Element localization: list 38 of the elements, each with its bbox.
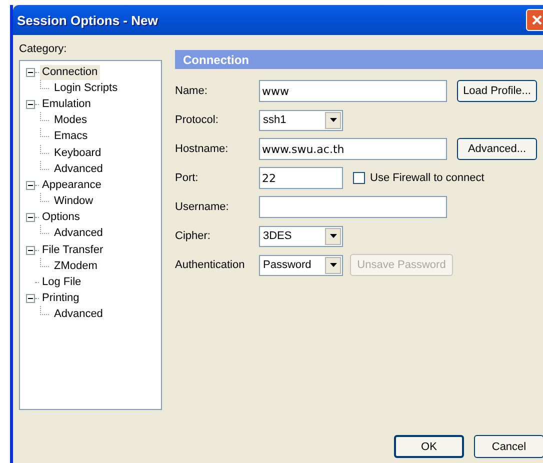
category-label: Category: (19, 43, 68, 57)
action-button[interactable]: Load Profile... (457, 80, 537, 102)
field-label: Protocol: (175, 114, 220, 126)
tree-item[interactable]: File Transfer (40, 242, 106, 258)
section-title: Connection (183, 52, 249, 66)
tree-item[interactable]: Appearance (40, 178, 104, 193)
tree-item[interactable]: Printing (40, 291, 82, 306)
window-title: Session Options - New (17, 12, 159, 28)
dropdown[interactable]: 3DES (259, 226, 343, 246)
tree-item[interactable]: Advanced (52, 162, 105, 177)
dropdown[interactable]: ssh1 (259, 110, 343, 130)
tree-item[interactable]: Options (40, 210, 82, 226)
tree-item[interactable]: Login Scripts (52, 80, 120, 96)
ok-button[interactable]: OK (394, 435, 464, 458)
tree-item[interactable]: Modes (52, 113, 90, 128)
category-tree[interactable]: Connection Login Scripts Emulation Modes Emacs Keyboard Advanced Appearance Window Options Advanced File Transfer ZModem Log File Printing Advanced (19, 60, 162, 410)
field-label: Username: (175, 201, 230, 213)
tree-item[interactable]: Connection (40, 64, 100, 80)
cancel-button[interactable]: Cancel (474, 435, 543, 458)
tree-item[interactable]: Keyboard (52, 146, 104, 161)
input-field[interactable]: 22 (259, 167, 343, 189)
input-field[interactable]: www (259, 80, 447, 102)
tree-item[interactable]: Emulation (40, 96, 93, 112)
action-button[interactable]: Advanced... (457, 138, 537, 160)
tree-item[interactable]: ZModem (52, 258, 100, 274)
checkbox-label: Use Firewall to connect (370, 172, 484, 184)
field-label: Port: (175, 172, 200, 184)
tree-item[interactable]: Log File (40, 275, 84, 290)
field-label: Hostname: (175, 143, 230, 155)
tree-item[interactable]: Advanced (52, 307, 105, 322)
dropdown[interactable]: Password (259, 254, 343, 276)
tree-item[interactable]: Emacs (52, 129, 90, 144)
tree-item[interactable]: Window (52, 194, 96, 210)
input-field[interactable]: www.swu.ac.th (259, 138, 447, 160)
field-label: Authentication (175, 259, 246, 271)
tree-item[interactable]: Advanced (52, 226, 105, 242)
field-label: Cipher: (175, 230, 212, 242)
field-label: Name: (175, 85, 208, 97)
